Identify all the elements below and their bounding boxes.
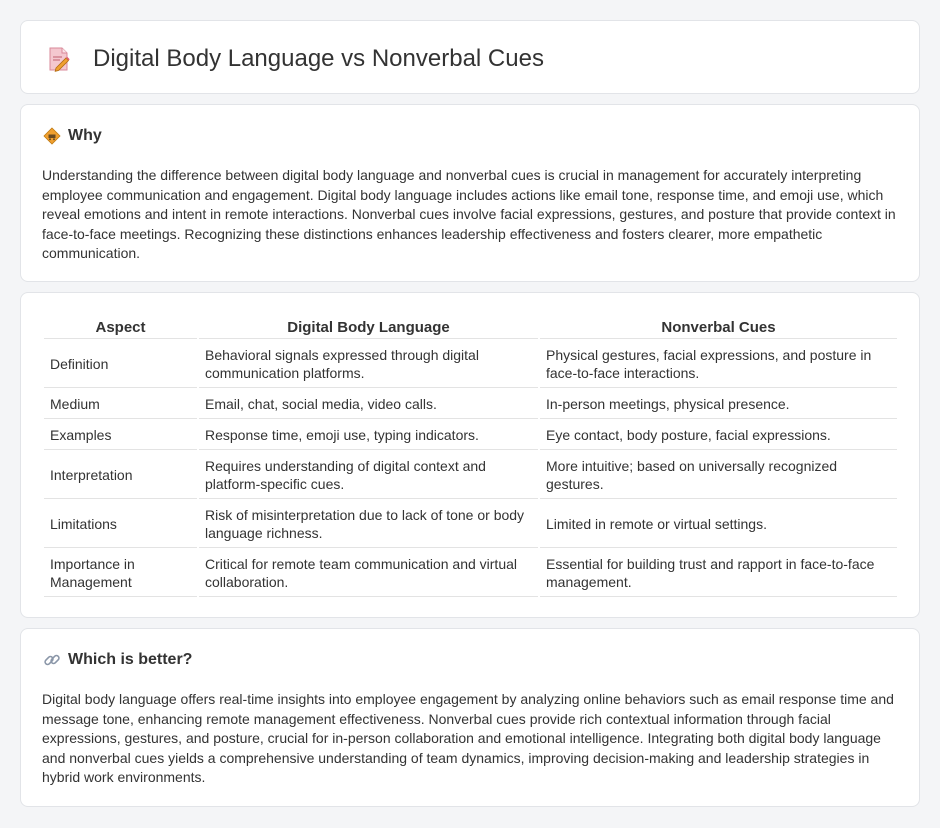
why-heading: Why [43, 127, 102, 145]
why-title: Why [68, 127, 102, 144]
row-digital: Behavioral signals expressed through dig… [199, 341, 538, 388]
document-pencil-icon [47, 46, 71, 72]
comparison-section: Aspect Digital Body Language Nonverbal C… [20, 292, 920, 618]
row-digital: Critical for remote team communication a… [199, 550, 538, 597]
table-row: Medium Email, chat, social media, video … [44, 390, 897, 419]
warning-diamond-icon [43, 127, 61, 145]
row-nonverbal: Physical gestures, facial expressions, a… [540, 341, 897, 388]
row-nonverbal: Limited in remote or virtual settings. [540, 501, 897, 548]
table-row: Definition Behavioral signals expressed … [44, 341, 897, 388]
row-digital: Email, chat, social media, video calls. [199, 390, 538, 419]
table-row: Limitations Risk of misinterpretation du… [44, 501, 897, 548]
row-nonverbal: More intuitive; based on universally rec… [540, 452, 897, 499]
row-nonverbal: In-person meetings, physical presence. [540, 390, 897, 419]
row-aspect: Medium [44, 390, 197, 419]
title-row: Digital Body Language vs Nonverbal Cues [47, 45, 544, 73]
page-title: Digital Body Language vs Nonverbal Cues [93, 45, 544, 72]
why-section: Why Understanding the difference between… [20, 104, 920, 282]
table-header-row: Aspect Digital Body Language Nonverbal C… [44, 317, 897, 339]
better-body: Digital body language offers real-time i… [42, 691, 894, 785]
table-row: Examples Response time, emoji use, typin… [44, 421, 897, 450]
link-icon [43, 651, 61, 669]
row-aspect: Limitations [44, 501, 197, 548]
row-aspect: Interpretation [44, 452, 197, 499]
header-digital-body-language: Digital Body Language [199, 317, 538, 339]
row-aspect: Examples [44, 421, 197, 450]
row-aspect: Importance in Management [44, 550, 197, 597]
row-digital: Requires understanding of digital contex… [199, 452, 538, 499]
row-digital: Risk of misinterpretation due to lack of… [199, 501, 538, 548]
why-body: Understanding the difference between dig… [42, 167, 896, 261]
better-title: Which is better? [68, 651, 193, 668]
which-is-better-section: Which is better? Digital body language o… [20, 628, 920, 807]
comparison-table: Aspect Digital Body Language Nonverbal C… [42, 315, 899, 599]
row-nonverbal: Eye contact, body posture, facial expres… [540, 421, 897, 450]
row-aspect: Definition [44, 341, 197, 388]
header-aspect: Aspect [44, 317, 197, 339]
header-nonverbal-cues: Nonverbal Cues [540, 317, 897, 339]
better-heading: Which is better? [43, 651, 192, 669]
row-digital: Response time, emoji use, typing indicat… [199, 421, 538, 450]
table-row: Interpretation Requires understanding of… [44, 452, 897, 499]
row-nonverbal: Essential for building trust and rapport… [540, 550, 897, 597]
header-card: Digital Body Language vs Nonverbal Cues [20, 20, 920, 94]
table-row: Importance in Management Critical for re… [44, 550, 897, 597]
